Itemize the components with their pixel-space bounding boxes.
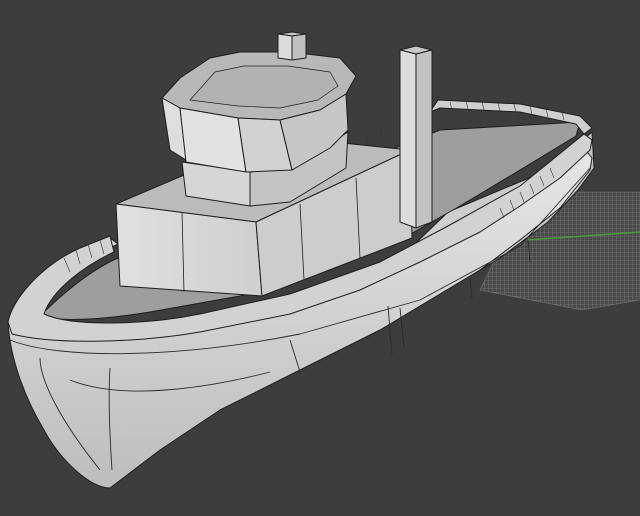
wheelhouse-front — [179, 107, 247, 173]
roof-mast — [277, 31, 307, 61]
3d-viewport[interactable] — [0, 0, 640, 516]
funnel-stack — [399, 45, 433, 229]
viewport-canvas[interactable] — [0, 0, 640, 516]
